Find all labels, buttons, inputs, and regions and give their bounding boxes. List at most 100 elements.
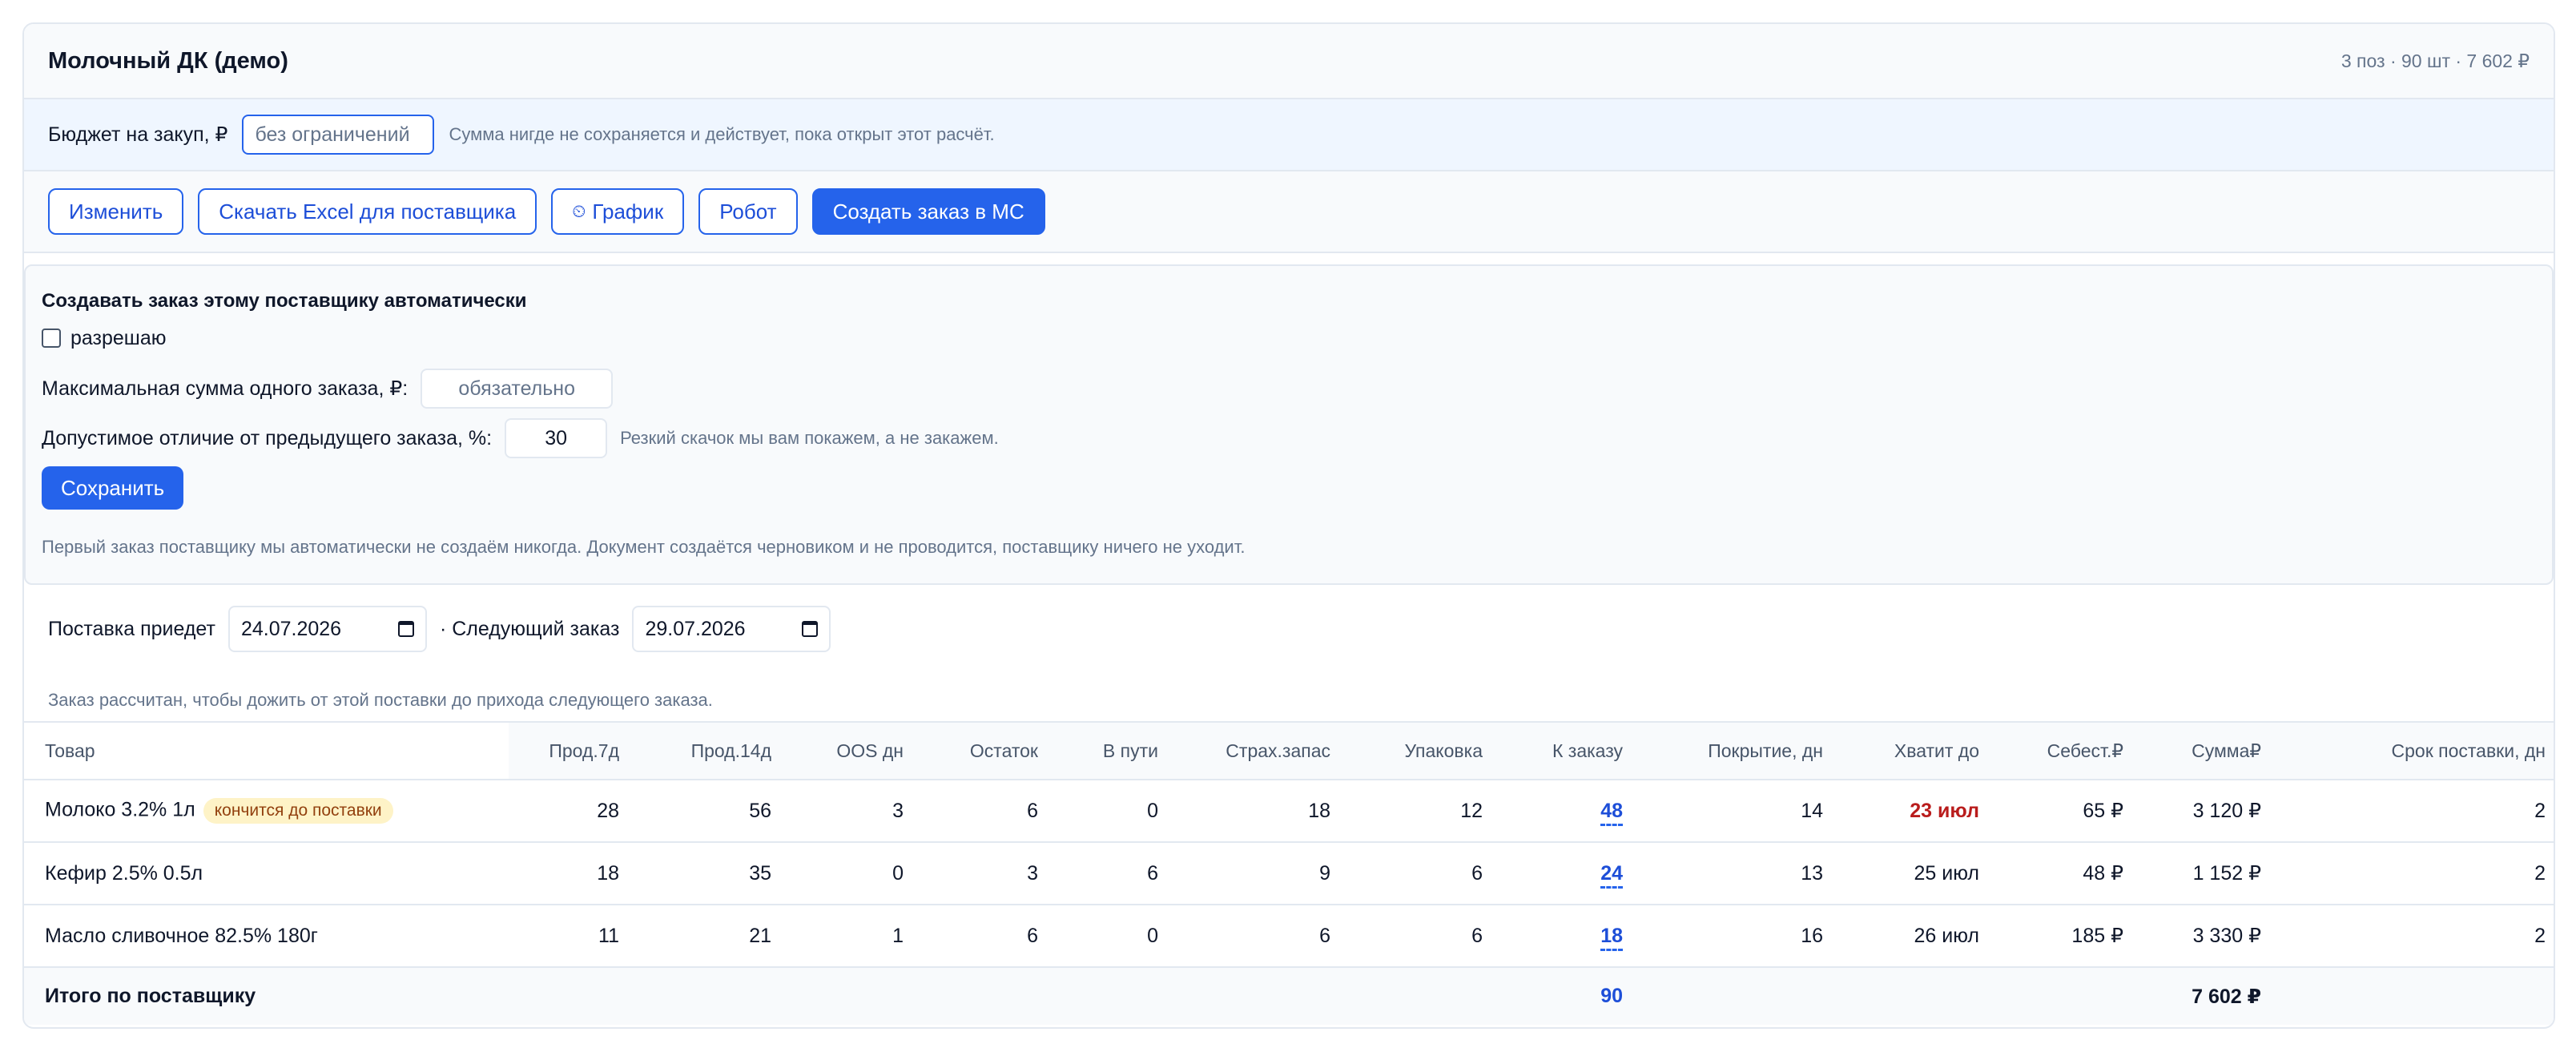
cell: 9 [1319, 861, 1330, 885]
cell: 11 [598, 924, 619, 947]
col-header[interactable]: Упаковка [1340, 722, 1492, 780]
allow-label: разрешаю [70, 326, 167, 349]
cell: 18 [1308, 799, 1330, 822]
calendar-icon[interactable] [802, 621, 819, 637]
col-header[interactable]: Срок поставки, дн [2271, 722, 2554, 780]
cell: 6 [1471, 861, 1483, 885]
product-cell: Кефир 2.5% 0.5л [24, 842, 509, 905]
cell: 12 [1460, 799, 1483, 822]
cell: 56 [749, 799, 771, 822]
edit-button[interactable]: Изменить [48, 188, 184, 235]
budget-hint: Сумма нигде не сохраняется и действует, … [449, 124, 995, 144]
runout-badge: кончится до поставки [203, 798, 393, 824]
col-header[interactable]: К заказу [1492, 722, 1632, 780]
col-header[interactable]: Хватит до [1833, 722, 1989, 780]
order-summary: 3 поз · 90 шт · 7 602 ₽ [2341, 50, 2530, 71]
total-order: 90 [1600, 985, 1623, 1007]
max-sum-input[interactable] [421, 369, 614, 409]
cell: 3 [1027, 861, 1038, 885]
order-cell: 48 [1492, 780, 1632, 842]
total-row: Итого по поставщику 90 7 602 ₽ [24, 967, 2554, 1025]
cell: 2 [2534, 924, 2546, 947]
card-header: Молочный ДК (демо) 3 поз · 90 шт · 7 602… [24, 24, 2554, 99]
supplier-title: Молочный ДК (демо) [48, 47, 288, 74]
order-qty-link[interactable]: 24 [1600, 861, 1623, 889]
save-button[interactable]: Сохранить [42, 466, 184, 510]
cell: 28 [597, 799, 619, 822]
col-header[interactable]: OOS дн [781, 722, 913, 780]
until-cell: 25 июл [1914, 861, 1979, 885]
calculation-note: Заказ рассчитан, чтобы дожить от этой по… [48, 690, 713, 710]
product-cell: Масло сливочное 82.5% 180г [24, 905, 509, 967]
dates-row: Поставка приедет 24.07.2026 · Следующий … [24, 585, 2554, 673]
col-header[interactable]: Покрытие, дн [1632, 722, 1833, 780]
schedule-button[interactable]: ⏲ График [551, 188, 685, 235]
auto-order-title: Создавать заказ этому поставщику автомат… [42, 290, 527, 312]
cell: 35 [749, 861, 771, 885]
cell: 3 120 ₽ [2192, 800, 2261, 822]
cell: 185 ₽ [2071, 925, 2123, 947]
col-header[interactable]: Товар [24, 722, 509, 780]
allow-row: разрешаю [42, 324, 2536, 353]
auto-order-note: Первый заказ поставщику мы автоматически… [42, 537, 1246, 557]
cell: 1 152 ₽ [2192, 862, 2261, 885]
order-cell: 24 [1492, 842, 1632, 905]
cell: 13 [1801, 861, 1823, 885]
cell: 14 [1801, 799, 1823, 822]
action-toolbar: Изменить Скачать Excel для поставщика ⏲ … [24, 171, 2554, 253]
cell: 2 [2534, 861, 2546, 885]
cell: 48 ₽ [2083, 862, 2123, 885]
col-header[interactable]: Страх.запас [1168, 722, 1340, 780]
until-cell: 26 июл [1914, 924, 1979, 947]
next-order-date-input[interactable]: 29.07.2026 [632, 606, 831, 652]
auto-order-panel: Создавать заказ этому поставщику автомат… [24, 264, 2554, 585]
budget-label: Бюджет на закуп, ₽ [48, 123, 228, 146]
cell: 18 [597, 861, 619, 885]
col-header[interactable]: Сумма₽ [2133, 722, 2271, 780]
cell: 0 [1147, 924, 1158, 947]
deviation-label: Допустимое отличие от предыдущего заказа… [42, 426, 493, 449]
clock-icon: ⏲ [572, 201, 586, 221]
col-header[interactable]: Себест.₽ [1989, 722, 2133, 780]
cell: 65 ₽ [2083, 800, 2123, 822]
order-table: Товар Прод.7д Прод.14д OOS дн Остаток В … [24, 721, 2554, 1025]
budget-bar: Бюджет на закуп, ₽ Сумма нигде не сохран… [24, 99, 2554, 171]
order-qty-link[interactable]: 48 [1600, 799, 1623, 826]
delivery-date-value: 24.07.2026 [240, 617, 342, 640]
cell: 6 [1027, 799, 1038, 822]
col-header[interactable]: Остаток [913, 722, 1048, 780]
col-header[interactable]: Прод.7д [509, 722, 629, 780]
total-label: Итого по поставщику [45, 985, 256, 1007]
cell: 6 [1319, 924, 1330, 947]
create-order-button[interactable]: Создать заказ в МС [811, 188, 1045, 235]
cell: 6 [1147, 861, 1158, 885]
table-row: Масло сливочное 82.5% 180г 11 21 1 6 0 6… [24, 905, 2554, 967]
col-header[interactable]: В пути [1048, 722, 1168, 780]
max-sum-row: Максимальная сумма одного заказа, ₽: [42, 369, 2536, 409]
max-sum-label: Максимальная сумма одного заказа, ₽: [42, 377, 409, 400]
deviation-input[interactable] [505, 418, 608, 458]
calendar-icon[interactable] [397, 621, 414, 637]
cell: 2 [2534, 799, 2546, 822]
next-order-date-value: 29.07.2026 [645, 617, 746, 640]
supplier-card: Молочный ДК (демо) 3 поз · 90 шт · 7 602… [22, 22, 2555, 1029]
deviation-row: Допустимое отличие от предыдущего заказа… [42, 418, 2536, 458]
cell: 21 [749, 924, 771, 947]
cell: 3 [892, 799, 904, 822]
cell: 3 330 ₽ [2192, 925, 2261, 947]
product-name: Кефир 2.5% 0.5л [45, 861, 203, 885]
budget-input[interactable] [242, 115, 435, 155]
order-qty-link[interactable]: 18 [1600, 924, 1623, 951]
table-row: Молоко 3.2% 1л кончится до поставки 28 56… [24, 780, 2554, 842]
robot-button[interactable]: Робот [698, 188, 798, 235]
cell: 16 [1801, 924, 1823, 947]
col-header[interactable]: Прод.14д [629, 722, 781, 780]
product-name: Молоко 3.2% 1л [45, 798, 195, 821]
table-header: Товар Прод.7д Прод.14д OOS дн Остаток В … [24, 722, 2554, 780]
allow-checkbox[interactable] [42, 329, 61, 348]
delivery-date-input[interactable]: 24.07.2026 [227, 606, 427, 652]
download-excel-button[interactable]: Скачать Excel для поставщика [198, 188, 537, 235]
total-sum: 7 602 ₽ [2192, 985, 2261, 1008]
cell: 0 [892, 861, 904, 885]
schedule-label: График [592, 199, 664, 224]
